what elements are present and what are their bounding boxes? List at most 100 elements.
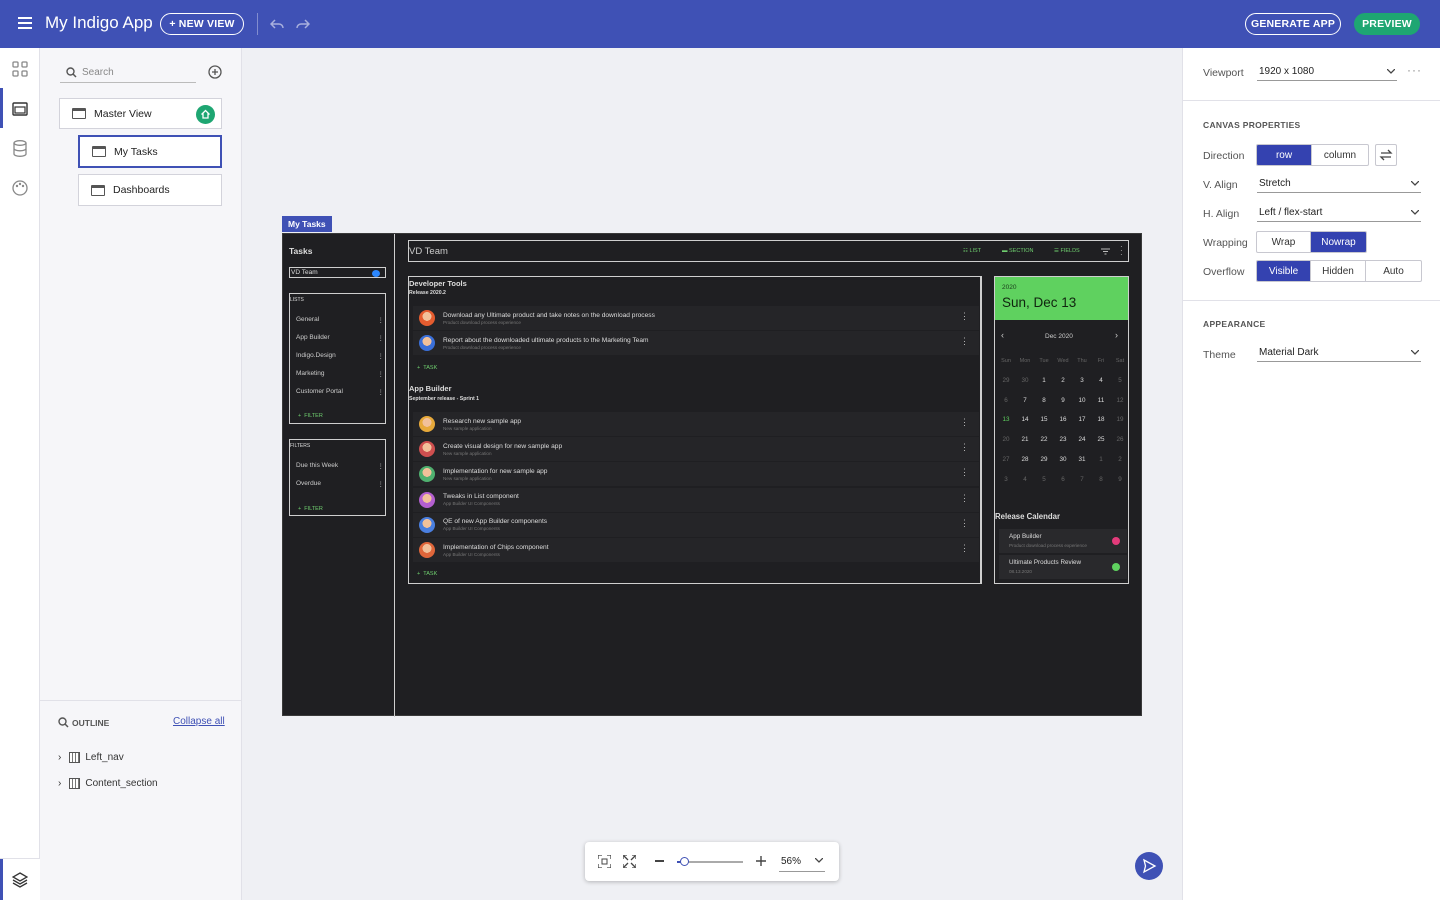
filter-icon[interactable] [1101,248,1110,255]
calendar-day[interactable]: 19 [1111,416,1129,423]
calendar-day[interactable]: 31 [1073,456,1091,463]
view-item-dashboards[interactable]: Dashboards [78,174,222,206]
calendar-day[interactable]: 4 [1092,377,1110,384]
toggle-dot-icon[interactable] [372,269,380,277]
zoom-out-icon[interactable] [655,860,664,862]
theme-palette-icon[interactable] [12,180,28,196]
generate-app-button[interactable]: GENERATE APP [1245,13,1341,35]
calendar-day[interactable]: 17 [1073,416,1091,423]
calendar-day[interactable]: 1 [1092,456,1110,463]
zoom-select[interactable]: 56% [779,852,825,872]
viewport-select[interactable]: 1920 x 1080 [1257,63,1397,81]
calendar-day[interactable]: 22 [1035,436,1053,443]
outline-item-left-nav[interactable]: › Left_nav [58,752,124,763]
halign-select[interactable]: Left / flex-start [1257,204,1421,222]
valign-select[interactable]: Stretch [1257,175,1421,193]
calendar-day[interactable]: 5 [1111,377,1129,384]
task-row[interactable]: Report about the downloaded ultimate pro… [413,331,979,356]
prev-month-icon[interactable]: ‹ [1001,330,1004,340]
add-filter-link[interactable]: + FILTER [298,506,323,512]
expand-chevron-icon[interactable]: › [58,752,61,763]
team-select[interactable]: VD Team [289,267,386,278]
calendar-day[interactable]: 7 [1016,397,1034,404]
view-item-master[interactable]: Master View [59,98,222,129]
direction-column-button[interactable]: column [1312,145,1368,165]
calendar-day[interactable]: 10 [1073,397,1091,404]
nav-list-item[interactable]: App Builder ⋮ [296,334,384,342]
section-button[interactable]: ▬ SECTION [1002,248,1033,254]
calendar-day[interactable]: 1 [1035,377,1053,384]
calendar-day[interactable]: 7 [1073,476,1091,483]
more-vert-icon[interactable]: ⋮ [378,334,385,342]
calendar-day[interactable]: 9 [1111,476,1129,483]
calendar-day[interactable]: 5 [1035,476,1053,483]
collapse-all-link[interactable]: Collapse all [173,716,225,727]
next-month-icon[interactable]: › [1115,330,1118,340]
overflow-visible-button[interactable]: Visible [1257,261,1311,281]
more-vert-icon[interactable]: ⋮ [378,370,385,378]
more-vert-icon[interactable]: ⋮ [960,336,969,347]
task-row[interactable]: Create visual design for new sample app N… [413,437,979,462]
more-vert-icon[interactable]: ⋮ [960,518,969,529]
calendar-day[interactable]: 27 [997,456,1015,463]
send-fab[interactable] [1135,852,1163,880]
calendar-day[interactable]: 26 [1111,436,1129,443]
more-vert-icon[interactable]: ⋮ [960,467,969,478]
nav-list-item[interactable]: Customer Portal ⋮ [296,388,384,396]
overflow-auto-button[interactable]: Auto [1366,261,1421,281]
task-row[interactable]: Implementation for new sample app New sam… [413,462,979,487]
calendar-day[interactable]: 18 [1092,416,1110,423]
search-box[interactable]: Search [60,63,196,83]
task-row[interactable]: Research new sample app New sample applic… [413,412,979,436]
more-vert-icon[interactable]: · · · [1120,243,1123,259]
calendar-day[interactable]: 11 [1092,397,1110,404]
add-task-link[interactable]: + TASK [417,365,437,371]
views-icon[interactable] [12,101,28,117]
add-filter-link[interactable]: + FILTER [298,413,323,419]
data-icon[interactable] [12,140,28,157]
new-view-button[interactable]: + NEW VIEW [160,13,244,35]
redo-icon[interactable] [296,17,310,31]
calendar-day[interactable]: 24 [1073,436,1091,443]
preview-button[interactable]: PREVIEW [1354,13,1420,35]
calendar-day[interactable]: 25 [1092,436,1110,443]
zoom-slider[interactable] [677,857,743,866]
task-row[interactable]: QE of new App Builder components App Buil… [413,512,979,537]
more-vert-icon[interactable]: ⋮ [378,352,385,360]
view-item-my-tasks[interactable]: My Tasks [78,135,222,168]
release-item[interactable]: Ultimate Products Review 08.13.2020 [999,555,1127,579]
more-vert-icon[interactable]: ⋮ [960,493,969,504]
zoom-in-icon[interactable] [756,856,766,866]
calendar-day[interactable]: 4 [1016,476,1034,483]
overflow-hidden-button[interactable]: Hidden [1311,261,1366,281]
task-row[interactable]: Tweaks in List component App Builder UI C… [413,487,979,512]
calendar-day[interactable]: 6 [1054,476,1072,483]
calendar-day[interactable]: 3 [1073,377,1091,384]
calendar-day[interactable]: 29 [1035,456,1053,463]
theme-select[interactable]: Material Dark [1257,344,1421,362]
more-vert-icon[interactable]: ⋮ [960,442,969,453]
more-vert-icon[interactable]: ⋮ [960,311,969,322]
calendar-day[interactable]: 30 [1054,456,1072,463]
outline-search-icon[interactable] [58,717,69,728]
more-vert-icon[interactable]: ⋮ [378,316,385,324]
direction-row-button[interactable]: row [1257,145,1312,165]
nowrap-button[interactable]: Nowrap [1311,232,1366,252]
calendar-day[interactable]: 2 [1054,377,1072,384]
calendar-day[interactable]: 15 [1035,416,1053,423]
calendar-day[interactable]: 20 [997,436,1015,443]
calendar-day[interactable]: 16 [1054,416,1072,423]
calendar-day[interactable]: 6 [997,397,1015,404]
calendar-day[interactable]: 2 [1111,456,1129,463]
nav-list-item[interactable]: Indigo.Design ⋮ [296,352,384,360]
nav-filter-item[interactable]: Overdue ⋮ [296,480,384,488]
menu-icon[interactable] [18,17,32,29]
add-view-icon[interactable] [208,65,222,79]
zoom-slider-thumb[interactable] [679,857,689,866]
calendar-day[interactable]: 9 [1054,397,1072,404]
more-vert-icon[interactable]: ⋮ [960,417,969,428]
more-vert-icon[interactable]: ⋮ [378,388,385,396]
design-canvas[interactable]: Tasks VD Team LISTS General ⋮ App Builder ⋮… [282,233,1142,717]
calendar-day[interactable]: 30 [1016,377,1034,384]
fields-button[interactable]: ☰ FIELDS [1054,248,1080,254]
